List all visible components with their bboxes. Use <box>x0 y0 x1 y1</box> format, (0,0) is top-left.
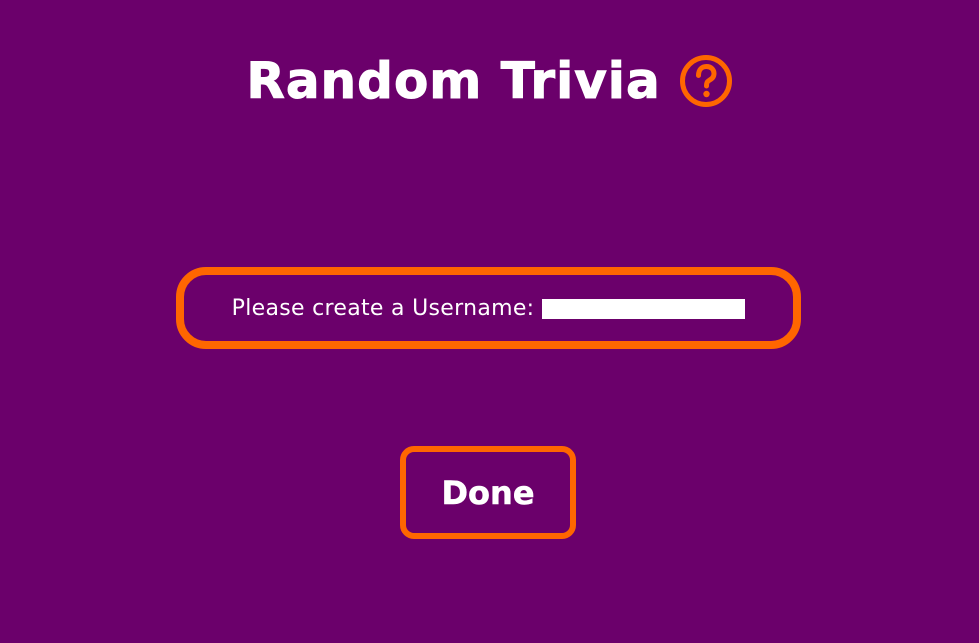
page-title: Random Trivia <box>246 52 661 110</box>
done-button[interactable]: Done <box>400 446 576 539</box>
done-button-label: Done <box>441 473 535 512</box>
question-circle-icon[interactable] <box>679 54 733 108</box>
username-form: Please create a Username: <box>176 267 801 349</box>
header: Random Trivia <box>0 46 979 116</box>
username-input[interactable] <box>542 299 746 319</box>
trivia-page: Random Trivia Please create a Username: … <box>0 0 979 643</box>
username-label: Please create a Username: <box>231 295 535 321</box>
help-icon-graphic <box>679 55 732 107</box>
